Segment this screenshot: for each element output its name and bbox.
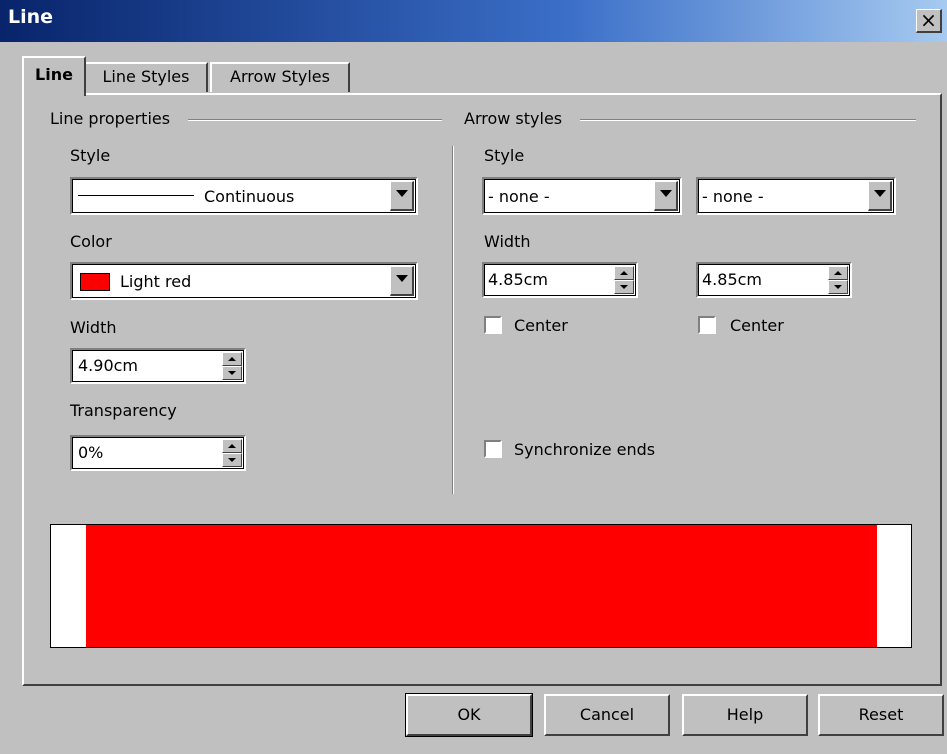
spin-buttons [222, 439, 242, 467]
start-arrow-style-value: - none - [488, 187, 550, 206]
line-width-value: 4.90cm [78, 356, 139, 375]
line-width-spinbox[interactable]: 4.90cm [70, 348, 246, 384]
start-arrow-width-spinbox[interactable]: 4.85cm [482, 262, 638, 298]
synchronize-ends-checkbox[interactable] [484, 440, 502, 458]
tab-arrow-styles[interactable]: Arrow Styles [210, 62, 350, 92]
line-style-dropdown[interactable]: Continuous [70, 177, 418, 215]
chevron-down-icon[interactable] [390, 181, 414, 211]
width-label: Width [70, 318, 117, 337]
arrow-styles-heading: Arrow styles [464, 109, 563, 128]
transparency-value: 0% [78, 443, 104, 462]
spin-down-icon[interactable] [222, 453, 242, 467]
spin-up-icon[interactable] [222, 352, 242, 366]
color-swatch [80, 273, 110, 291]
cancel-button[interactable]: Cancel [544, 694, 670, 736]
end-center-label: Center [730, 316, 784, 335]
start-center-checkbox[interactable] [484, 316, 502, 334]
end-arrow-style-dropdown[interactable]: - none - [696, 177, 896, 215]
ok-button[interactable]: OK [405, 693, 533, 737]
line-properties-divider [188, 119, 442, 121]
transparency-label: Transparency [70, 401, 177, 420]
tab-line[interactable]: Line [22, 56, 86, 96]
tab-line-styles[interactable]: Line Styles [84, 62, 208, 92]
group-separator [452, 146, 454, 494]
spin-down-icon[interactable] [828, 280, 848, 294]
spin-up-icon[interactable] [222, 439, 242, 453]
arrow-style-label: Style [484, 146, 525, 165]
spin-down-icon[interactable] [614, 280, 634, 294]
spin-buttons [828, 266, 848, 294]
help-button[interactable]: Help [682, 694, 808, 736]
preview-line [86, 525, 877, 647]
arrow-width-label: Width [484, 232, 531, 251]
end-center-checkbox[interactable] [698, 316, 716, 334]
line-color-dropdown[interactable]: Light red [70, 262, 418, 300]
title-bar[interactable] [0, 0, 947, 42]
chevron-down-icon[interactable] [868, 181, 892, 211]
line-style-value: Continuous [204, 187, 295, 206]
chevron-down-icon[interactable] [390, 266, 414, 296]
end-arrow-width-value: 4.85cm [702, 270, 763, 289]
continuous-line-sample [78, 195, 194, 196]
style-label: Style [70, 146, 111, 165]
spin-up-icon[interactable] [614, 266, 634, 280]
start-arrow-width-value: 4.85cm [488, 270, 549, 289]
spin-buttons [222, 352, 242, 380]
reset-button[interactable]: Reset [818, 694, 944, 736]
close-icon[interactable]: × [916, 9, 942, 33]
line-properties-heading: Line properties [50, 109, 171, 128]
synchronize-ends-label: Synchronize ends [514, 440, 656, 459]
end-arrow-width-spinbox[interactable]: 4.85cm [696, 262, 852, 298]
spin-up-icon[interactable] [828, 266, 848, 280]
chevron-down-icon[interactable] [654, 181, 678, 211]
color-label: Color [70, 232, 112, 251]
start-center-label: Center [514, 316, 568, 335]
spin-down-icon[interactable] [222, 366, 242, 380]
end-arrow-style-value: - none - [702, 187, 764, 206]
transparency-spinbox[interactable]: 0% [70, 435, 246, 471]
spin-buttons [614, 266, 634, 294]
window-title: Line [8, 6, 54, 28]
arrow-styles-divider [580, 119, 916, 121]
line-color-value: Light red [120, 272, 192, 291]
start-arrow-style-dropdown[interactable]: - none - [482, 177, 682, 215]
